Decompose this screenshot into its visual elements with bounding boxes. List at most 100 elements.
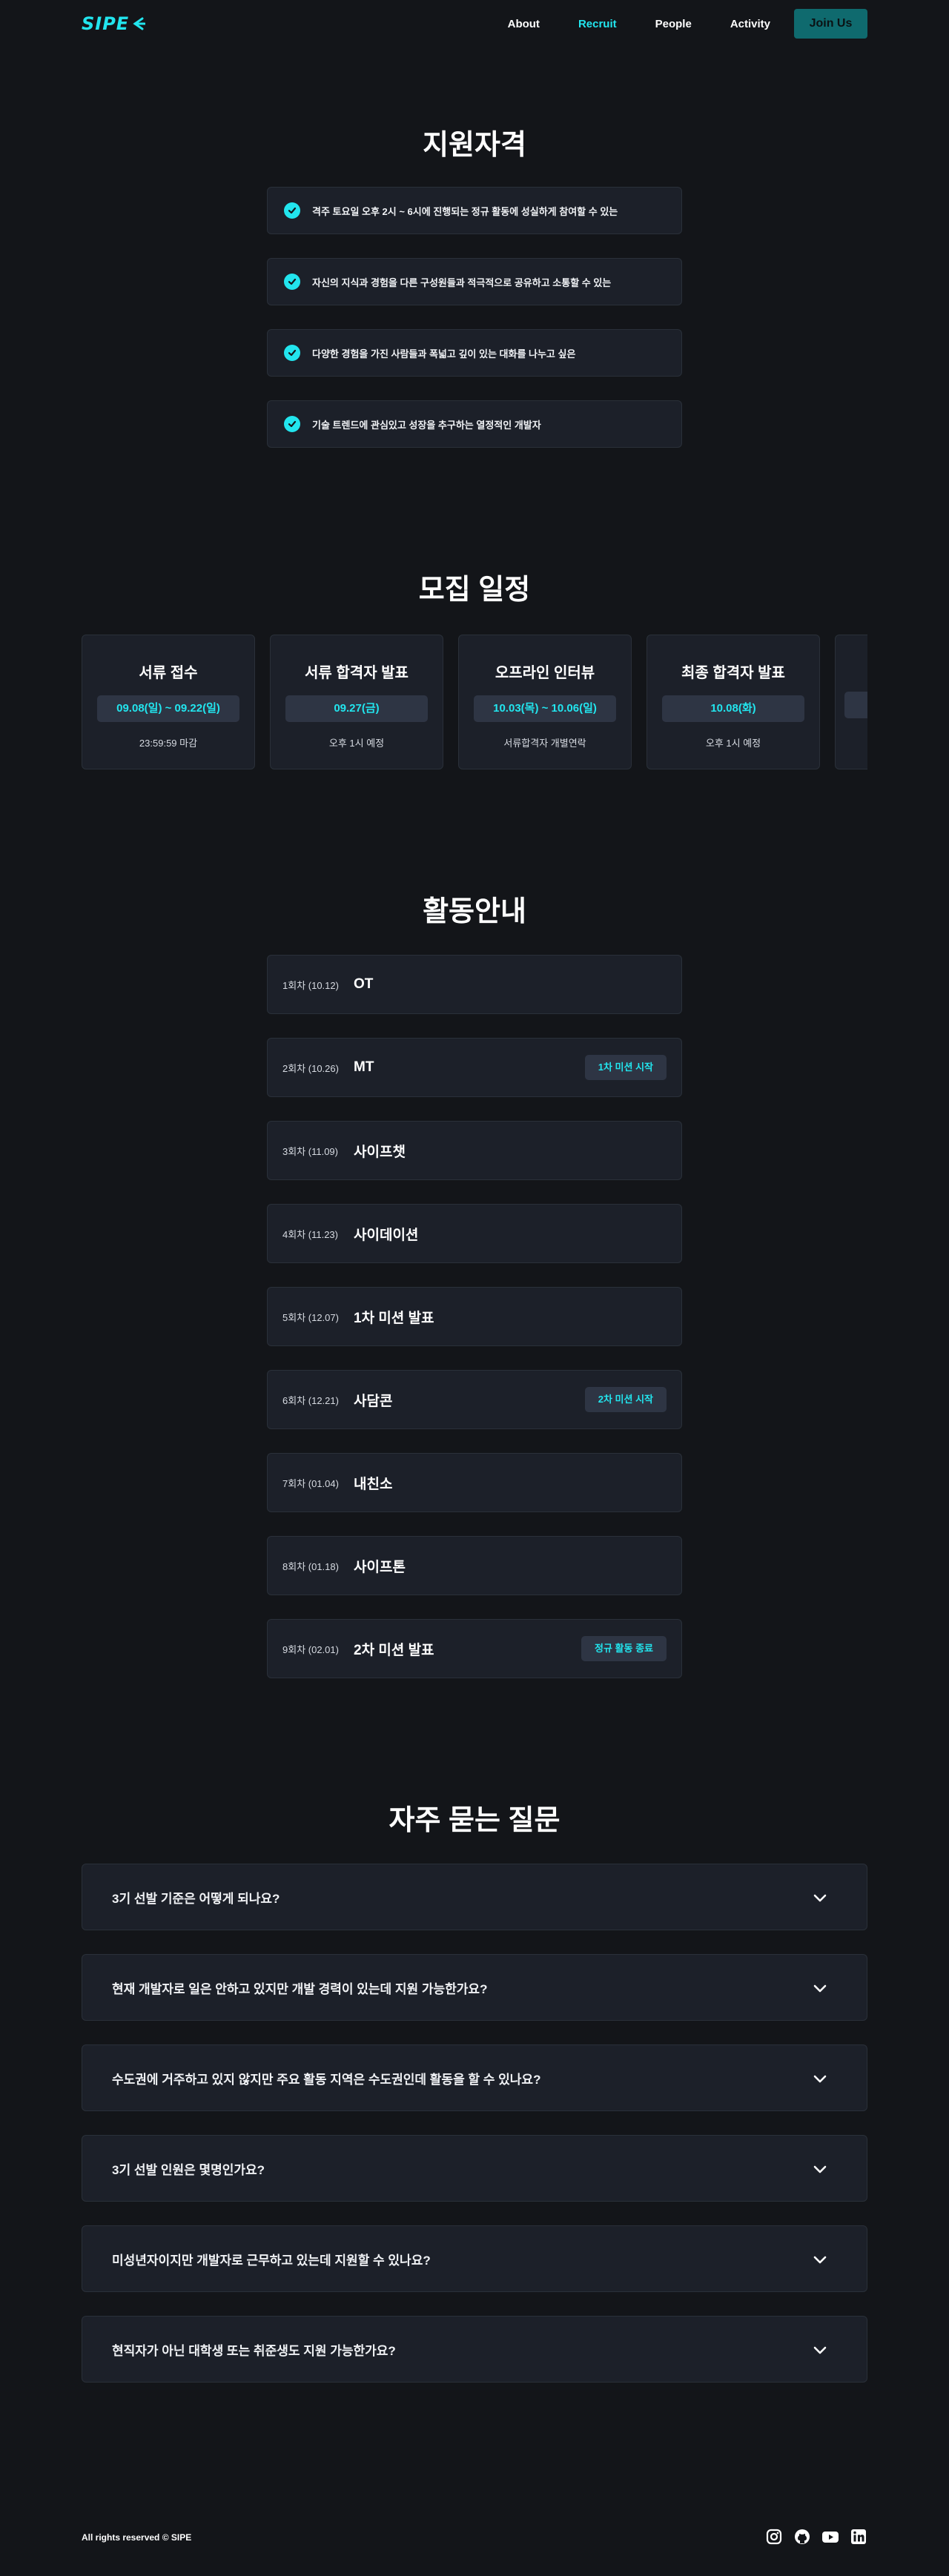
activity-item: 6회차 (12.21) 사담콘 2차 미션 시작 — [267, 1370, 682, 1429]
qualification-item: 기술 트렌드에 관심있고 성장을 추구하는 열정적인 개발자 — [267, 400, 682, 448]
check-icon — [284, 202, 300, 219]
logo-text: SIPE — [82, 13, 130, 34]
activity-round: 8회차 (01.18) — [282, 1560, 339, 1572]
github-icon[interactable] — [793, 2528, 811, 2546]
activities-title: 활동안내 — [423, 896, 526, 927]
schedule-card-title: 최종 합격자 발표 — [681, 665, 785, 681]
faq-list: 3기 선발 기준은 어떻게 되나요? 현재 개발자로 일은 안하고 있지만 개발… — [82, 1864, 867, 2406]
schedule-card: 서류 합격자 발표 09.27(금) 오후 1시 예정 — [270, 635, 443, 769]
schedule-card-note: 오후 1시 예정 — [705, 738, 761, 749]
logo[interactable]: SIPE — [82, 13, 146, 34]
check-icon — [284, 416, 300, 432]
check-icon — [284, 274, 300, 290]
qualification-text: 다양한 경험을 가진 사람들과 폭넓고 깊이 있는 대화를 나누고 싶은 — [312, 348, 576, 360]
nav-recruit[interactable]: Recruit — [578, 18, 617, 30]
footer-copyright: All rights reserved © SIPE — [82, 2532, 192, 2543]
activity-round: 2회차 (10.26) — [282, 1062, 339, 1074]
nav-activity[interactable]: Activity — [730, 18, 770, 30]
qualification-text: 격주 토요일 오후 2시 ~ 6시에 진행되는 정규 활동에 성실하게 참여할 … — [312, 205, 618, 217]
check-icon — [284, 345, 300, 361]
main-nav: About Recruit People Activity Join Us — [469, 8, 867, 39]
faq-item[interactable]: 3기 선발 인원은 몇명인가요? — [82, 2135, 867, 2202]
activities-list: 1회차 (10.12) OT 2회차 (10.26) MT 1차 미션 시작 3… — [267, 955, 682, 1702]
faq-question: 3기 선발 기준은 어떻게 되나요? — [112, 1891, 280, 1906]
schedule-card-title: 서류 접수 — [139, 665, 198, 681]
activity-name: 사이프톤 — [354, 1559, 406, 1575]
schedule-card-title: 서류 합격자 발표 — [305, 665, 409, 681]
activity-name: MT — [354, 1059, 374, 1075]
chevron-down-icon[interactable] — [812, 2161, 828, 2177]
chevron-down-icon[interactable] — [812, 2070, 828, 2087]
activity-name: OT — [354, 976, 374, 992]
qualification-item: 자신의 지식과 경험을 다른 구성원들과 적극적으로 공유하고 소통할 수 있는 — [267, 258, 682, 305]
faq-question: 현직자가 아닌 대학생 또는 취준생도 지원 가능한가요? — [112, 2343, 396, 2358]
faq-item[interactable]: 현직자가 아닌 대학생 또는 취준생도 지원 가능한가요? — [82, 2316, 867, 2383]
activity-item: 8회차 (01.18) 사이프톤 — [267, 1536, 682, 1595]
activity-round: 6회차 (12.21) — [282, 1394, 339, 1406]
schedule-card-partial — [835, 635, 867, 769]
schedule-card: 오프라인 인터뷰 10.03(목) ~ 10.06(일) 서류합격자 개별연락 — [458, 635, 632, 769]
qualifications-title: 지원자격 — [423, 130, 526, 161]
chevron-down-icon[interactable] — [812, 2251, 828, 2268]
schedule-card-note: 서류합격자 개별연락 — [503, 738, 586, 749]
faq-question: 수도권에 거주하고 있지 않지만 주요 활동 지역은 수도권인데 활동을 할 수… — [112, 2072, 541, 2087]
qualification-text: 자신의 지식과 경험을 다른 구성원들과 적극적으로 공유하고 소통할 수 있는 — [312, 277, 612, 288]
schedule-card-date: 10.08(화) — [662, 695, 804, 722]
faq-question: 3기 선발 인원은 몇명인가요? — [112, 2162, 265, 2177]
faq-item[interactable]: 3기 선발 기준은 어떻게 되나요? — [82, 1864, 867, 1930]
schedule-card: 최종 합격자 발표 10.08(화) 오후 1시 예정 — [647, 635, 820, 769]
nav-about[interactable]: About — [508, 18, 540, 30]
chevron-down-icon[interactable] — [812, 1980, 828, 1996]
qualification-item: 다양한 경험을 가진 사람들과 폭넓고 깊이 있는 대화를 나누고 싶은 — [267, 329, 682, 377]
activity-round: 9회차 (02.01) — [282, 1643, 339, 1655]
schedule-card-note: 오후 1시 예정 — [328, 738, 385, 749]
activity-item: 3회차 (11.09) 사이프챗 — [267, 1121, 682, 1180]
nav-people[interactable]: People — [655, 18, 692, 30]
schedule-card-date: 10.03(목) ~ 10.06(일) — [474, 695, 616, 722]
faq-item[interactable]: 현재 개발자로 일은 안하고 있지만 개발 경력이 있는데 지원 가능한가요? — [82, 1954, 867, 2021]
instagram-icon[interactable] — [765, 2528, 783, 2546]
faq-question: 미성년자이지만 개발자로 근무하고 있는데 지원할 수 있나요? — [112, 2253, 431, 2268]
activity-name: 사담콘 — [354, 1393, 393, 1409]
faq-question: 현재 개발자로 일은 안하고 있지만 개발 경력이 있는데 지원 가능한가요? — [112, 1981, 488, 1996]
activity-item: 4회차 (11.23) 사이데이션 — [267, 1204, 682, 1263]
activity-item: 5회차 (12.07) 1차 미션 발표 — [267, 1287, 682, 1346]
site-header: SIPE About Recruit People Activity Join … — [0, 0, 949, 47]
activity-round: 1회차 (10.12) — [282, 979, 339, 991]
activity-item: 1회차 (10.12) OT — [267, 955, 682, 1014]
activity-badge: 정규 활동 종료 — [581, 1636, 667, 1661]
activity-item: 2회차 (10.26) MT 1차 미션 시작 — [267, 1038, 682, 1097]
schedule-carousel[interactable]: 서류 접수 09.08(일) ~ 09.22(일) 23:59:59 마감 서류… — [82, 635, 867, 769]
youtube-icon[interactable] — [821, 2528, 839, 2546]
schedule-card-note: 23:59:59 마감 — [139, 738, 198, 749]
activity-name: 2차 미션 발표 — [354, 1642, 434, 1658]
activity-badge: 1차 미션 시작 — [584, 1055, 667, 1080]
qualification-item: 격주 토요일 오후 2시 ~ 6시에 진행되는 정규 활동에 성실하게 참여할 … — [267, 187, 682, 234]
faq-item[interactable]: 미성년자이지만 개발자로 근무하고 있는데 지원할 수 있나요? — [82, 2225, 867, 2292]
schedule-card-date: 09.27(금) — [285, 695, 428, 722]
schedule-card-title: 오프라인 인터뷰 — [495, 665, 595, 681]
schedule-title: 모집 일정 — [418, 575, 531, 606]
qualifications-list: 격주 토요일 오후 2시 ~ 6시에 진행되는 정규 활동에 성실하게 참여할 … — [267, 187, 682, 471]
social-links — [755, 2528, 867, 2546]
faq-item[interactable]: 수도권에 거주하고 있지 않지만 주요 활동 지역은 수도권인데 활동을 할 수… — [82, 2044, 867, 2111]
chevron-down-icon[interactable] — [812, 2342, 828, 2358]
qualification-text: 기술 트렌드에 관심있고 성장을 추구하는 열정적인 개발자 — [312, 419, 541, 431]
activity-name: 내친소 — [354, 1476, 393, 1492]
activity-item: 9회차 (02.01) 2차 미션 발표 정규 활동 종료 — [267, 1619, 682, 1678]
schedule-card-date: 09.08(일) ~ 09.22(일) — [97, 695, 239, 722]
linkedin-icon[interactable] — [850, 2528, 867, 2546]
activity-round: 3회차 (11.09) — [282, 1145, 338, 1157]
activity-badge: 2차 미션 시작 — [584, 1387, 667, 1412]
chevron-down-icon[interactable] — [812, 1890, 828, 1906]
schedule-card-date-partial — [844, 692, 867, 718]
activity-item: 7회차 (01.04) 내친소 — [267, 1453, 682, 1512]
join-us-button[interactable]: Join Us — [794, 9, 867, 39]
activity-name: 사이프챗 — [354, 1144, 406, 1160]
activity-round: 4회차 (11.23) — [282, 1228, 338, 1240]
activity-round: 5회차 (12.07) — [282, 1311, 339, 1323]
schedule-card: 서류 접수 09.08(일) ~ 09.22(일) 23:59:59 마감 — [82, 635, 255, 769]
activity-round: 7회차 (01.04) — [282, 1477, 339, 1489]
activity-name: 사이데이션 — [354, 1227, 419, 1243]
faq-title: 자주 묻는 질문 — [388, 1805, 561, 1836]
